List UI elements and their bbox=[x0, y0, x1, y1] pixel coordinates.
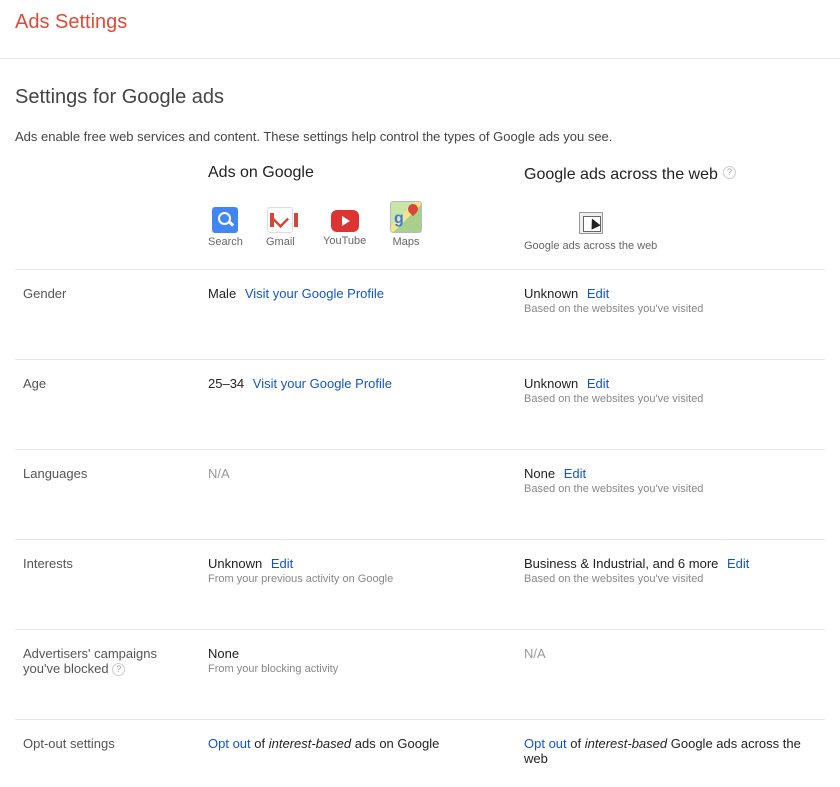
edit-link[interactable]: Edit bbox=[564, 466, 586, 481]
value: 25–34 bbox=[208, 376, 245, 391]
ads-on-google-heading: Ads on Google bbox=[208, 164, 314, 181]
web-cell: Opt out of interest-based Google ads acr… bbox=[524, 736, 814, 766]
page-title: Settings for Google ads bbox=[15, 86, 225, 108]
google-cell: Male Visit your Google Profile bbox=[208, 286, 384, 301]
app-youtube: YouTube bbox=[323, 207, 366, 247]
row-label: Gender bbox=[23, 286, 67, 301]
settings-row-languages: Languages N/A None Edit Based on the web… bbox=[15, 449, 825, 539]
settings-row-interests: Interests Unknown Edit From your previou… bbox=[15, 539, 825, 629]
search-icon bbox=[212, 207, 239, 233]
text: of bbox=[570, 736, 582, 751]
row-label: Languages bbox=[23, 466, 88, 481]
value: Unknown bbox=[524, 286, 579, 301]
visit-profile-link[interactable]: Visit your Google Profile bbox=[245, 286, 384, 301]
edit-link[interactable]: Edit bbox=[587, 376, 609, 391]
opt-out-web-link[interactable]: Opt out bbox=[524, 736, 567, 751]
row-label: Opt-out settings bbox=[23, 736, 115, 751]
app-label: Search bbox=[208, 236, 243, 248]
maps-icon bbox=[390, 201, 422, 233]
value: Unknown bbox=[524, 376, 579, 391]
app-gmail: Gmail bbox=[266, 207, 299, 248]
top-bar: Ads Settings bbox=[0, 0, 840, 59]
sub-text: From your blocking activity bbox=[208, 663, 339, 675]
web-cell: Unknown Edit Based on the websites you'v… bbox=[524, 376, 814, 407]
settings-row-blocked: Advertisers' campaigns you've blocked ? … bbox=[15, 629, 825, 719]
row-label-line: Advertisers' campaigns bbox=[23, 646, 157, 661]
web-ads-icon bbox=[579, 212, 603, 234]
web-cell: None Edit Based on the websites you've v… bbox=[524, 466, 814, 497]
row-label: Advertisers' campaigns you've blocked ? bbox=[23, 646, 157, 677]
opt-out-google-link[interactable]: Opt out bbox=[208, 736, 251, 751]
google-cell: N/A bbox=[208, 466, 230, 481]
web-cell: Unknown Edit Based on the websites you'v… bbox=[524, 286, 814, 317]
sub-text: Based on the websites you've visited bbox=[524, 303, 704, 315]
value: None bbox=[208, 646, 240, 661]
sub-text: From your previous activity on Google bbox=[208, 573, 394, 585]
page-intro: Ads enable free web services and content… bbox=[15, 129, 613, 144]
youtube-icon bbox=[330, 210, 359, 232]
help-icon[interactable]: ? bbox=[723, 166, 736, 179]
value: Male bbox=[208, 286, 237, 301]
web-ads-caption: Google ads across the web bbox=[524, 240, 658, 252]
app-label: Maps bbox=[392, 236, 420, 248]
web-cell: Business & Industrial, and 6 more Edit B… bbox=[524, 556, 814, 587]
row-label: Interests bbox=[23, 556, 73, 571]
app-search: Search bbox=[208, 207, 243, 248]
google-cell: None From your blocking activity bbox=[208, 646, 338, 677]
web-cell: N/A bbox=[524, 646, 814, 661]
app-label: YouTube bbox=[323, 235, 367, 247]
google-cell: Unknown Edit From your previous activity… bbox=[208, 556, 393, 587]
edit-link[interactable]: Edit bbox=[727, 556, 749, 571]
sub-text: Based on the websites you've visited bbox=[524, 483, 704, 495]
settings-row-optout: Opt-out settings Opt out of interest-bas… bbox=[15, 719, 825, 787]
value: Unknown bbox=[208, 556, 263, 571]
settings-row-age: Age 25–34 Visit your Google Profile Unkn… bbox=[15, 359, 825, 449]
sub-text: Based on the websites you've visited bbox=[524, 393, 704, 405]
app-label: Gmail bbox=[266, 236, 295, 248]
edit-link[interactable]: Edit bbox=[271, 556, 293, 571]
text-emphasis: interest-based bbox=[268, 736, 352, 751]
settings-row-gender: Gender Male Visit your Google Profile Un… bbox=[15, 269, 825, 359]
row-label-line: you've blocked bbox=[23, 661, 109, 676]
ads-across-web-heading: Google ads across the web bbox=[524, 166, 718, 183]
value: N/A bbox=[208, 466, 230, 481]
app-title: Ads Settings bbox=[15, 11, 128, 33]
value: None bbox=[524, 466, 556, 481]
text-emphasis: interest-based bbox=[584, 736, 668, 751]
google-cell: Opt out of interest-based ads on Google bbox=[208, 736, 439, 751]
value: Business & Industrial, and 6 more bbox=[524, 556, 719, 571]
value: N/A bbox=[524, 646, 546, 661]
help-icon[interactable]: ? bbox=[112, 663, 126, 677]
row-label: Age bbox=[23, 376, 47, 391]
sub-text: Based on the websites you've visited bbox=[524, 573, 704, 585]
text: of bbox=[254, 736, 266, 751]
edit-link[interactable]: Edit bbox=[587, 286, 609, 301]
visit-profile-link[interactable]: Visit your Google Profile bbox=[253, 376, 392, 391]
text: ads on Google bbox=[354, 736, 440, 751]
app-maps: Maps bbox=[390, 201, 422, 248]
gmail-icon bbox=[267, 207, 299, 233]
google-cell: 25–34 Visit your Google Profile bbox=[208, 376, 392, 391]
